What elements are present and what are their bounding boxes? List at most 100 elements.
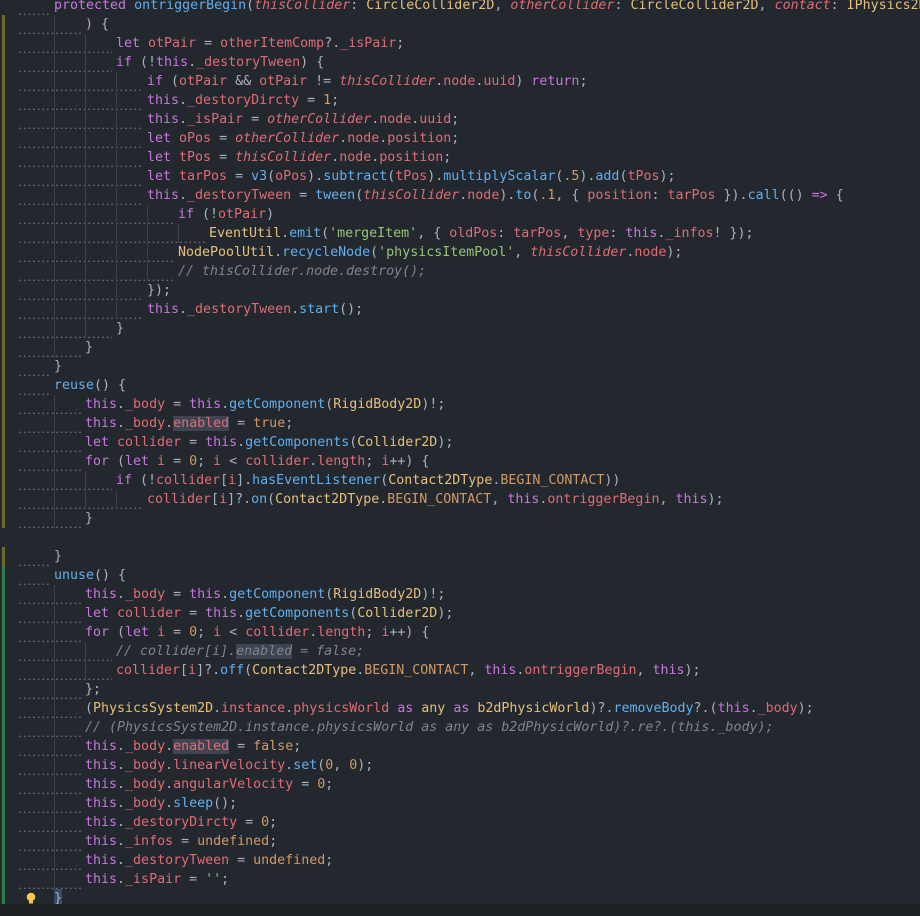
code-line[interactable]: let tarPos = v3(oPos).subtract(tPos).mul… xyxy=(0,167,920,186)
code-line[interactable]: // collider[i].enabled = false; xyxy=(0,642,920,661)
code-line[interactable]: (PhysicsSystem2D.instance.physicsWorld a… xyxy=(0,699,920,718)
code-token: this xyxy=(625,226,658,241)
code-text: if (!otPair) xyxy=(178,205,274,224)
code-line[interactable]: this._destoryTween = tween(thisCollider.… xyxy=(0,186,920,205)
horizontal-scrollbar[interactable] xyxy=(0,904,920,916)
code-token: ! }); xyxy=(713,226,754,241)
code-line[interactable] xyxy=(0,528,920,547)
code-token: i xyxy=(213,625,222,640)
code-line[interactable]: collider[i]?.on(Contact2DType.BEGIN_CONT… xyxy=(0,490,920,509)
indent-guide xyxy=(116,72,117,91)
code-line[interactable]: this._body.sleep(); xyxy=(0,794,920,813)
code-text: EventUtil.emit('mergeItem', { oldPos: ta… xyxy=(209,224,754,243)
code-line[interactable]: unuse() { xyxy=(0,566,920,585)
code-token: tarPos xyxy=(179,169,228,184)
code-token: ( xyxy=(267,492,276,507)
code-line[interactable]: if (otPair && otPair != thisCollider.nod… xyxy=(0,72,920,91)
code-line[interactable]: } xyxy=(0,338,920,357)
code-token: RigidBody2D xyxy=(333,397,422,412)
indent-guide xyxy=(85,186,86,205)
code-token: ]?. xyxy=(196,663,221,678)
code-token: this xyxy=(85,397,118,412)
code-token: this xyxy=(85,758,118,773)
code-token: } xyxy=(54,359,63,374)
code-token: (); xyxy=(213,796,238,811)
code-line[interactable]: this._infos = undefined; xyxy=(0,832,920,851)
indent-guide xyxy=(116,186,117,205)
code-token: angularVelocity xyxy=(173,777,294,792)
code-token: ( xyxy=(355,188,364,203)
indent-guide xyxy=(116,167,117,186)
whitespace-dots xyxy=(18,490,143,509)
code-editor[interactable]: protected ontriggerBegin(thisCollider: C… xyxy=(0,0,920,916)
code-token: _body xyxy=(125,796,166,811)
indent-guide xyxy=(54,281,55,300)
code-token: IPhysics2DCont xyxy=(846,0,920,13)
code-line[interactable]: collider[i]?.off(Contact2DType.BEGIN_CON… xyxy=(0,661,920,680)
code-token: as xyxy=(445,701,478,716)
code-line[interactable]: protected ontriggerBegin(thisCollider: C… xyxy=(0,0,920,15)
code-token: 'mergeItem' xyxy=(329,226,418,241)
code-token: . xyxy=(281,226,290,241)
code-line[interactable]: if (!collider[i].hasEventListener(Contac… xyxy=(0,471,920,490)
code-line[interactable]: } xyxy=(0,357,920,376)
code-line[interactable]: this._isPair = otherCollider.node.uuid; xyxy=(0,110,920,129)
code-line[interactable]: this._body.enabled = true; xyxy=(0,414,920,433)
code-line[interactable]: this._destoryTween = undefined; xyxy=(0,851,920,870)
code-line[interactable]: if (!this._destoryTween) { xyxy=(0,53,920,72)
code-token: , xyxy=(659,492,676,507)
code-line[interactable]: let tPos = thisCollider.node.position; xyxy=(0,148,920,167)
code-line[interactable]: // thisCollider.node.destroy(); xyxy=(0,262,920,281)
code-token: }; xyxy=(85,682,102,697)
code-token: 'physicsItemPool' xyxy=(378,245,515,260)
code-line[interactable]: let collider = this.getComponents(Collid… xyxy=(0,604,920,623)
code-line[interactable]: let oPos = otherCollider.node.position; xyxy=(0,129,920,148)
code-token: '' xyxy=(205,872,222,887)
code-token: ) { xyxy=(85,17,110,32)
code-line[interactable]: }; xyxy=(0,680,920,699)
code-line[interactable]: EventUtil.emit('mergeItem', { oldPos: ta… xyxy=(0,224,920,243)
code-line[interactable]: // (PhysicsSystem2D.instance.physicsWorl… xyxy=(0,718,920,737)
code-line[interactable]: } xyxy=(0,547,920,566)
code-line[interactable]: this._body.linearVelocity.set(0, 0); xyxy=(0,756,920,775)
code-line[interactable]: for (let i = 0; i < collider.length; i++… xyxy=(0,623,920,642)
code-line[interactable]: this._body = this.getComponent(RigidBody… xyxy=(0,585,920,604)
code-token: this xyxy=(85,834,118,849)
indent-guide xyxy=(54,756,55,775)
indent-guide xyxy=(116,129,117,148)
whitespace-dots xyxy=(18,224,205,243)
whitespace-dots xyxy=(18,110,143,129)
code-token: = xyxy=(229,416,254,431)
indent-guide xyxy=(54,718,55,737)
code-line[interactable]: this._body.angularVelocity = 0; xyxy=(0,775,920,794)
code-line[interactable]: this._destoryDircty = 1; xyxy=(0,91,920,110)
code-token: NodePoolUtil xyxy=(178,245,275,260)
whitespace-dots xyxy=(18,585,81,604)
whitespace-dots xyxy=(18,509,81,528)
code-token: ; xyxy=(325,853,334,868)
code-line[interactable]: }); xyxy=(0,281,920,300)
code-token: for xyxy=(85,454,118,469)
code-line[interactable]: this._body.enabled = false; xyxy=(0,737,920,756)
code-line[interactable]: this._destoryTween.start(); xyxy=(0,300,920,319)
code-token: ontriggerBegin xyxy=(547,492,660,507)
code-line[interactable]: } xyxy=(0,319,920,338)
code-line[interactable]: let otPair = otherItemComp?._isPair; xyxy=(0,34,920,53)
code-token: this xyxy=(147,302,180,317)
code-line[interactable]: let collider = this.getComponents(Collid… xyxy=(0,433,920,452)
code-line[interactable]: this._isPair = ''; xyxy=(0,870,920,889)
code-line[interactable]: ) { xyxy=(0,15,920,34)
code-text: } xyxy=(54,547,62,566)
code-token: tPos xyxy=(179,150,212,165)
indent-guide xyxy=(54,110,55,129)
code-line[interactable]: for (let i = 0; i < collider.length; i++… xyxy=(0,452,920,471)
code-line[interactable]: this._body = this.getComponent(RigidBody… xyxy=(0,395,920,414)
code-line[interactable]: reuse() { xyxy=(0,376,920,395)
code-text: } xyxy=(116,319,124,338)
code-text: this._body.sleep(); xyxy=(85,794,237,813)
code-line[interactable]: if (!otPair) xyxy=(0,205,920,224)
code-line[interactable]: NodePoolUtil.recycleNode('physicsItemPoo… xyxy=(0,243,920,262)
code-token: ++) { xyxy=(389,625,430,640)
code-line[interactable]: this._destoryDircty = 0; xyxy=(0,813,920,832)
code-line[interactable]: } xyxy=(0,509,920,528)
